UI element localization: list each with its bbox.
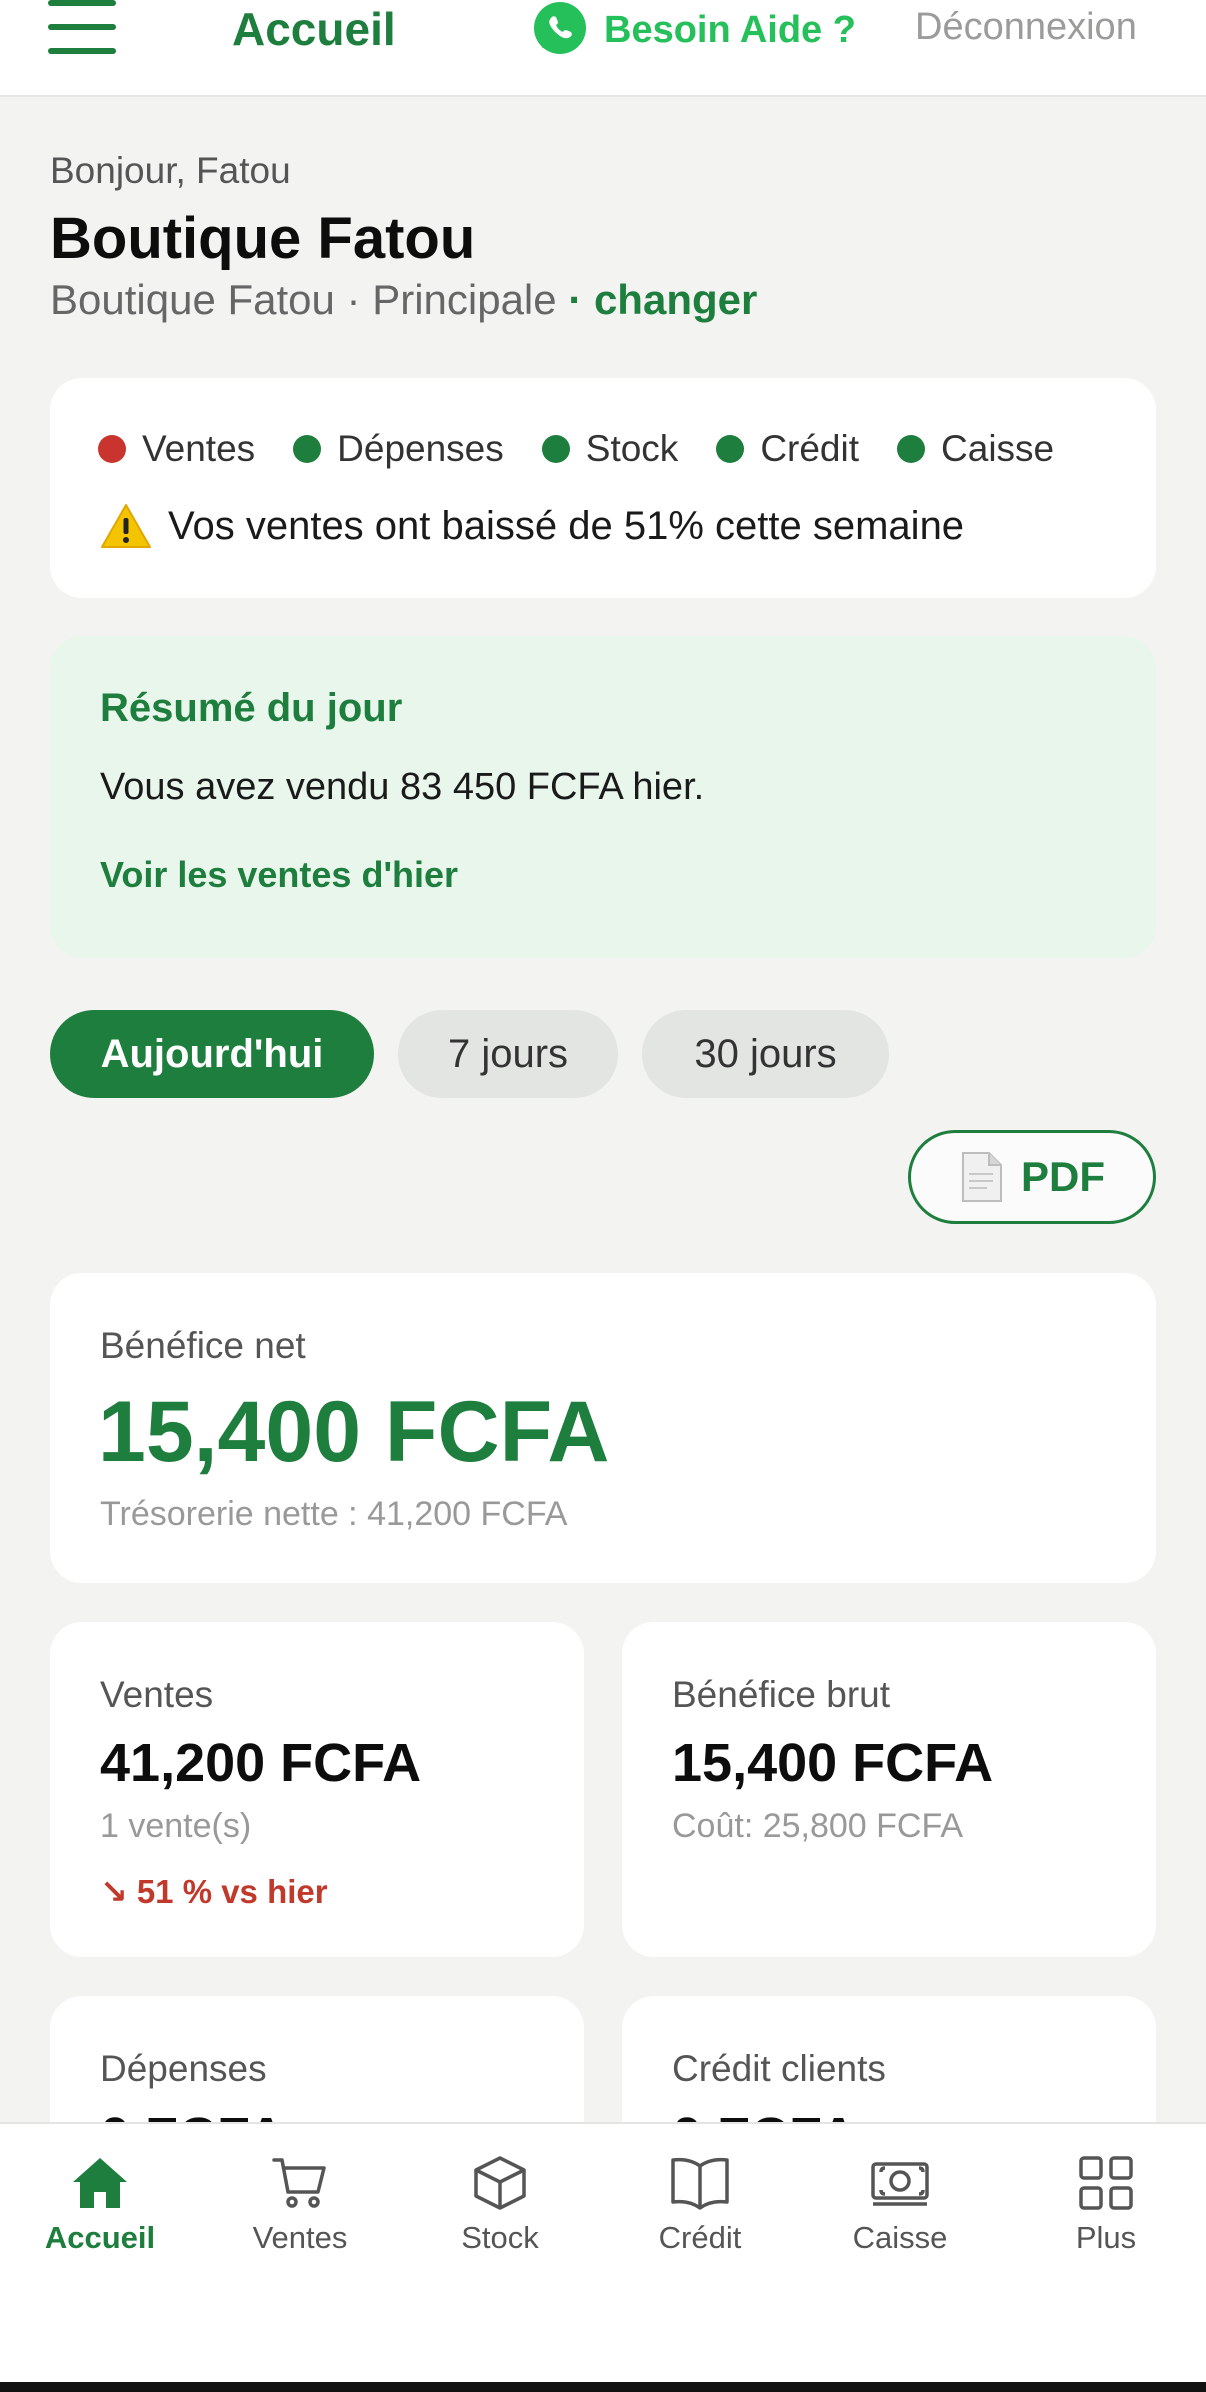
shop-location-text: Boutique Fatou · Principale (50, 276, 557, 323)
pdf-label: PDF (1021, 1153, 1105, 1200)
period-tab-today[interactable]: Aujourd'hui (50, 1010, 374, 1098)
help-button[interactable]: Besoin Aide ? (532, 0, 856, 56)
nav-item-credit[interactable]: Crédit (600, 2154, 800, 2256)
status-label: Stock (585, 428, 679, 469)
nav-item-ventes[interactable]: Ventes (200, 2154, 400, 2256)
net-cash-text: Trésorerie nette : 41,200 FCFA (100, 1495, 568, 1533)
status-indicators: Ventes Dépenses Stock Crédit Caisse (98, 428, 1092, 470)
status-label: Ventes (142, 428, 256, 469)
status-item-ventes: Ventes (98, 428, 255, 470)
nav-label: Caisse (852, 2220, 948, 2255)
box-icon (474, 2156, 526, 2210)
status-label: Dépenses (337, 428, 504, 469)
home-indicator (0, 2382, 1206, 2392)
home-icon (73, 2158, 127, 2208)
nav-item-plus[interactable]: Plus (1006, 2154, 1206, 2256)
gross-cost-text: Coût: 25,800 FCFA (672, 1807, 964, 1845)
status-card: Ventes Dépenses Stock Crédit Caisse Vos … (50, 378, 1156, 598)
whatsapp-icon (534, 2, 586, 54)
cart-icon (272, 2158, 326, 2208)
grid-icon (1079, 2156, 1133, 2210)
nav-label: Ventes (252, 2220, 348, 2255)
nav-label: Crédit (658, 2220, 742, 2255)
sales-trend: ↘ 51 % vs hier (100, 1873, 328, 1910)
cash-icon (871, 2162, 929, 2206)
top-bar: Accueil Besoin Aide ? Déconnexion (0, 0, 1206, 97)
status-label: Caisse (941, 428, 1055, 469)
daily-summary-card: Résumé du jour Vous avez vendu 83 450 FC… (50, 636, 1156, 958)
status-item-credit: Crédit (716, 428, 859, 470)
hamburger-icon[interactable] (48, 0, 118, 56)
period-tab-30-days[interactable]: 30 jours (642, 1010, 889, 1098)
status-label: Crédit (760, 428, 860, 469)
alert-text: Vos ventes ont baissé de 51% cette semai… (168, 503, 965, 548)
change-shop-link[interactable]: · changer (568, 276, 757, 323)
help-label: Besoin Aide ? (604, 8, 856, 51)
view-yesterday-sales-link[interactable]: Voir les ventes d'hier (100, 854, 458, 896)
pdf-export-button[interactable]: PDF (908, 1130, 1156, 1224)
net-profit-card: Bénéfice net 15,400 FCFA Trésorerie nett… (50, 1273, 1156, 1583)
customer-credit-label: Crédit clients (672, 2048, 886, 2089)
expenses-label: Dépenses (100, 2048, 267, 2089)
status-dot (897, 435, 926, 463)
nav-label: Accueil (44, 2220, 156, 2255)
nav-item-stock[interactable]: Stock (400, 2154, 600, 2256)
sales-card[interactable]: Ventes 41,200 FCFA 1 vente(s) ↘ 51 % vs … (50, 1622, 584, 1957)
sales-label: Ventes (100, 1674, 214, 1715)
net-profit-label: Bénéfice net (100, 1325, 306, 1366)
status-item-depenses: Dépenses (293, 428, 504, 470)
summary-title: Résumé du jour (100, 686, 403, 730)
sales-count: 1 vente(s) (100, 1807, 252, 1845)
nav-label: Stock (461, 2220, 539, 2255)
greeting: Bonjour, Fatou (50, 150, 291, 191)
period-tab-7-days[interactable]: 7 jours (398, 1010, 618, 1098)
status-dot (716, 435, 745, 463)
gross-profit-label: Bénéfice brut (672, 1674, 891, 1715)
nav-item-accueil[interactable]: Accueil (0, 2154, 200, 2256)
page-title: Accueil (232, 3, 396, 55)
status-item-stock: Stock (541, 428, 679, 470)
nav-item-caisse[interactable]: Caisse (800, 2154, 1000, 2256)
warning-icon (101, 504, 151, 548)
logout-link[interactable]: Déconnexion (915, 6, 1137, 49)
gross-profit-value: 15,400 FCFA (672, 1733, 994, 1793)
shop-location: Boutique Fatou · Principale · changer (50, 276, 757, 324)
sales-alert: Vos ventes ont baissé de 51% cette semai… (100, 503, 964, 549)
status-dot (98, 435, 126, 463)
book-icon (671, 2157, 729, 2210)
shop-name: Boutique Fatou (50, 206, 476, 271)
net-profit-value: 15,400 FCFA (98, 1384, 610, 1480)
nav-label: Plus (1075, 2220, 1137, 2255)
status-dot (293, 435, 322, 463)
status-item-caisse: Caisse (897, 428, 1054, 470)
document-icon (962, 1152, 1002, 1202)
bottom-nav: Accueil Ventes Stock Crédit Caisse Plus (0, 2122, 1206, 2392)
summary-text: Vous avez vendu 83 450 FCFA hier. (100, 766, 705, 808)
status-dot (541, 435, 570, 463)
sales-value: 41,200 FCFA (100, 1733, 422, 1793)
gross-profit-card[interactable]: Bénéfice brut 15,400 FCFA Coût: 25,800 F… (622, 1622, 1156, 1957)
